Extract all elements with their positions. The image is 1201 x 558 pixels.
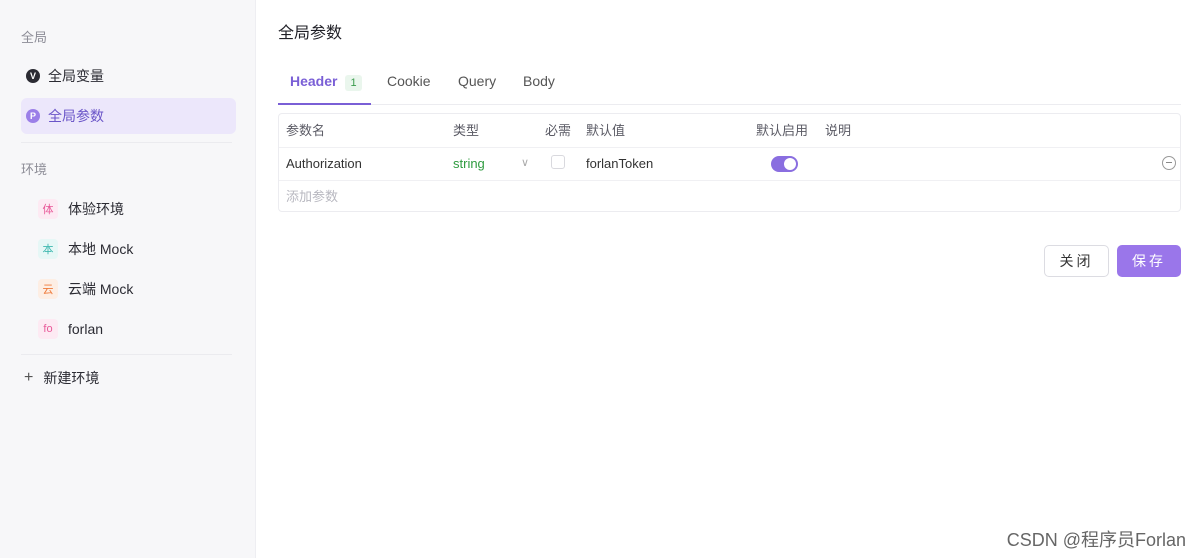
env-item-local-mock[interactable]: 本 本地 Mock [38,236,133,262]
remove-row-icon[interactable] [1162,156,1176,170]
sidebar-item-label: 全局变量 [48,68,104,84]
tab-body[interactable]: Body [523,62,555,104]
tab-cookie[interactable]: Cookie [387,62,431,104]
toggle-knob [784,158,796,170]
tab-query[interactable]: Query [458,62,496,104]
tab-label: Header [290,73,338,89]
column-header: 默认值 [586,123,626,138]
column-header: 说明 [825,123,852,138]
tab-active-indicator [278,103,371,105]
divider [21,354,232,355]
add-param-input[interactable]: 添加参数 [286,180,338,213]
column-header: 参数名 [286,123,326,138]
tab-header[interactable]: Header 1 [290,62,362,104]
env-badge: 云 [38,279,58,299]
env-label: 本地 Mock [68,241,134,257]
column-header: 必需 [545,123,572,138]
divider [21,142,232,143]
tab-bar: Header 1 Cookie Query Body [278,62,1181,105]
sidebar-item-global-variables[interactable]: V 全局变量 [21,58,236,94]
main-panel: 全局参数 Header 1 Cookie Query Body 参数名 类型 必需… [257,0,1201,558]
env-label: 体验环境 [68,201,124,217]
env-badge: 体 [38,199,58,219]
env-label: 云端 Mock [68,281,134,297]
new-env-button[interactable]: + 新建环境 [24,366,99,390]
plus-icon: + [24,369,34,386]
column-header: 默认启用 [756,123,809,138]
default-value-input[interactable]: forlanToken [586,147,653,180]
required-checkbox[interactable] [551,155,565,169]
env-item-cloud-mock[interactable]: 云 云端 Mock [38,276,133,302]
tab-count-badge: 1 [345,75,362,91]
param-name-input[interactable]: Authorization [286,147,362,180]
sidebar-item-label: 全局参数 [48,108,104,124]
enabled-toggle[interactable] [771,156,798,172]
column-header: 类型 [453,123,480,138]
add-param-row: 添加参数 [279,180,1180,213]
section-label-global: 全局 [21,30,48,45]
save-button[interactable]: 保存 [1117,245,1181,277]
sidebar: 全局 V 全局变量 P 全局参数 环境 体 体验环境 本 本地 Mock 云 云… [0,0,256,558]
env-badge: fo [38,319,58,339]
table-header-row: 参数名 类型 必需 默认值 默认启用 说明 [279,114,1180,148]
env-badge: 本 [38,239,58,259]
env-label: forlan [68,321,104,337]
env-item-forlan[interactable]: fo forlan [38,316,103,342]
watermark: CSDN @程序员Forlan [1006,530,1186,550]
v-circle-icon: V [26,69,40,83]
env-item-experience[interactable]: 体 体验环境 [38,196,124,222]
new-env-label: 新建环境 [43,370,100,386]
p-circle-icon: P [26,109,40,123]
param-type-select[interactable]: string [453,147,485,180]
params-table: 参数名 类型 必需 默认值 默认启用 说明 Authorization stri… [278,113,1181,212]
chevron-down-icon[interactable]: ∨ [521,147,529,180]
sidebar-item-global-params[interactable]: P 全局参数 [21,98,236,134]
section-label-env: 环境 [21,162,48,177]
table-row: Authorization string ∨ forlanToken [279,147,1180,181]
close-button[interactable]: 关闭 [1044,245,1109,277]
page-title: 全局参数 [278,25,343,42]
